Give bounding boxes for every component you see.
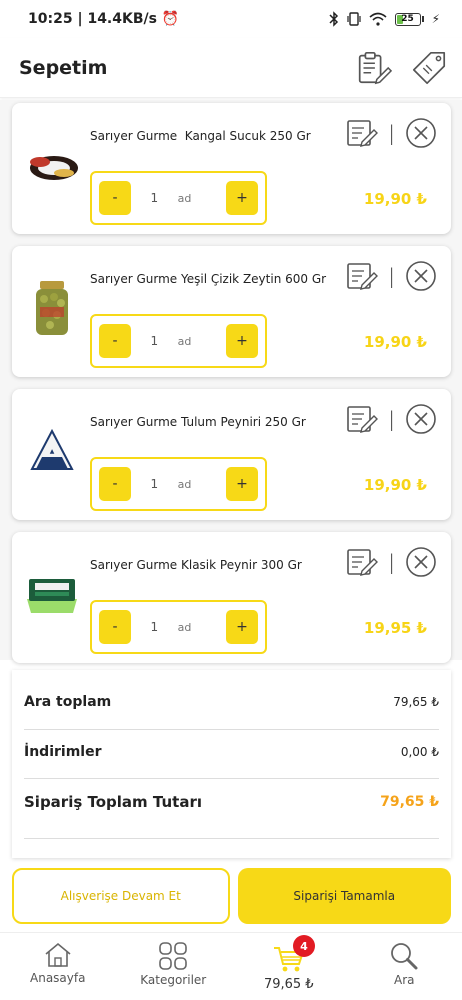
- cheese-box-icon: [22, 560, 82, 630]
- nav-search[interactable]: Ara: [347, 933, 462, 1000]
- cart-item: Sarıyer Gurme Kangal Sucuk 250 Gr | - 1 …: [12, 103, 451, 234]
- olive-jar-icon: [22, 274, 82, 344]
- home-icon: [45, 942, 71, 967]
- product-name: Sarıyer Gurme Kangal Sucuk 250 Gr: [90, 129, 311, 143]
- tag-icon[interactable]: [410, 49, 448, 87]
- edit-note-icon[interactable]: [346, 261, 379, 291]
- cart-item: Sarıyer Gurme Klasik Peynir 300 Gr | - 1…: [12, 532, 451, 663]
- product-name: Sarıyer Gurme Tulum Peyniri 250 Gr: [90, 415, 306, 429]
- quantity-stepper: - 1 ad +: [90, 171, 267, 225]
- svg-text:▲: ▲: [50, 448, 55, 455]
- search-icon: [391, 943, 418, 970]
- nav-search-label: Ara: [394, 973, 415, 987]
- wifi-icon: [369, 12, 387, 26]
- complete-order-button[interactable]: Siparişi Tamamla: [237, 868, 451, 924]
- item-price: 19,95 ₺: [363, 619, 427, 637]
- total-value: 79,65 ₺: [380, 794, 439, 810]
- quantity-unit: ad: [177, 191, 192, 205]
- divider: [24, 838, 439, 839]
- discount-label: İndirimler: [24, 744, 102, 760]
- vibrate-icon: [346, 12, 361, 26]
- status-right: 25 ⚡: [329, 11, 440, 27]
- status-speed: 14.4KB/s: [87, 11, 157, 27]
- order-summary: Ara toplam 79,65 ₺ İndirimler 0,00 ₺ Sip…: [12, 670, 451, 858]
- sausage-icon: [22, 131, 82, 201]
- nav-home-label: Anasayfa: [30, 971, 86, 985]
- cart-item: ▲ Sarıyer Gurme Tulum Peyniri 250 Gr | -…: [12, 389, 451, 520]
- remove-icon[interactable]: [405, 546, 437, 578]
- subtotal-value: 79,65 ₺: [393, 695, 439, 709]
- total-row: Sipariş Toplam Tutarı 79,65 ₺: [24, 793, 439, 811]
- subtotal-label: Ara toplam: [24, 694, 112, 710]
- quantity-unit: ad: [177, 334, 192, 348]
- status-bar: 10:25 | 14.4KB/s ⏰ 25 ⚡: [0, 0, 462, 38]
- discount-row: İndirimler 0,00 ₺: [24, 744, 439, 760]
- remove-icon[interactable]: [405, 260, 437, 292]
- bluetooth-icon: [329, 11, 338, 27]
- divider: [24, 778, 439, 779]
- bottom-nav: Anasayfa Kategoriler 4 79,65 ₺ Ara: [0, 932, 462, 1000]
- nav-cart[interactable]: 4 79,65 ₺: [231, 933, 347, 1000]
- item-price: 19,90 ₺: [363, 333, 427, 351]
- divider: [24, 729, 439, 730]
- status-time: 10:25: [28, 11, 73, 27]
- edit-note-icon[interactable]: [346, 118, 379, 148]
- page-title: Sepetim: [19, 56, 108, 79]
- quantity-unit: ad: [177, 477, 192, 491]
- total-label: Sipariş Toplam Tutarı: [24, 793, 202, 811]
- item-price: 19,90 ₺: [363, 476, 427, 494]
- decrease-button[interactable]: -: [99, 467, 131, 501]
- battery-icon: 25: [394, 12, 424, 26]
- discount-value: 0,00 ₺: [400, 745, 439, 759]
- battery-percent: 25: [401, 14, 414, 24]
- quantity-value[interactable]: 1: [139, 191, 169, 205]
- cart-badge: 4: [293, 935, 315, 957]
- quantity-stepper: - 1 ad +: [90, 600, 267, 654]
- quantity-unit: ad: [177, 620, 192, 634]
- quantity-value[interactable]: 1: [139, 334, 169, 348]
- cart-list: Sarıyer Gurme Kangal Sucuk 250 Gr | - 1 …: [0, 100, 462, 663]
- nav-categories[interactable]: Kategoriler: [116, 933, 232, 1000]
- increase-button[interactable]: +: [225, 610, 258, 644]
- remove-icon[interactable]: [405, 117, 437, 149]
- decrease-button[interactable]: -: [99, 324, 131, 358]
- product-name: Sarıyer Gurme Yeşil Çizik Zeytin 600 Gr: [90, 272, 327, 286]
- quantity-value[interactable]: 1: [139, 620, 169, 634]
- item-price: 19,90 ₺: [363, 190, 427, 208]
- nav-home[interactable]: Anasayfa: [0, 933, 116, 1000]
- increase-button[interactable]: +: [225, 467, 258, 501]
- status-left: 10:25 | 14.4KB/s ⏰: [28, 11, 180, 27]
- increase-button[interactable]: +: [225, 181, 258, 215]
- cart-item: Sarıyer Gurme Yeşil Çizik Zeytin 600 Gr …: [12, 246, 451, 377]
- nav-cart-total: 79,65 ₺: [263, 977, 314, 992]
- product-name: Sarıyer Gurme Klasik Peynir 300 Gr: [90, 558, 302, 572]
- edit-note-icon[interactable]: [346, 404, 379, 434]
- nav-categories-label: Kategoriler: [140, 973, 207, 987]
- decrease-button[interactable]: -: [99, 610, 131, 644]
- quantity-value[interactable]: 1: [139, 477, 169, 491]
- categories-icon: [159, 942, 188, 970]
- decrease-button[interactable]: -: [99, 181, 131, 215]
- alarm-icon: ⏰: [161, 11, 180, 27]
- cheese-wedge-icon: ▲: [22, 417, 82, 487]
- checkout-actions: Alışverişe Devam Et Siparişi Tamamla: [12, 868, 451, 924]
- quantity-stepper: - 1 ad +: [90, 314, 267, 368]
- charging-icon: ⚡: [431, 12, 440, 26]
- app-header: Sepetim: [0, 38, 462, 98]
- increase-button[interactable]: +: [225, 324, 258, 358]
- clipboard-edit-icon[interactable]: [354, 49, 392, 87]
- edit-note-icon[interactable]: [346, 547, 379, 577]
- continue-shopping-button[interactable]: Alışverişe Devam Et: [12, 868, 230, 924]
- remove-icon[interactable]: [405, 403, 437, 435]
- quantity-stepper: - 1 ad +: [90, 457, 267, 511]
- subtotal-row: Ara toplam 79,65 ₺: [24, 694, 439, 710]
